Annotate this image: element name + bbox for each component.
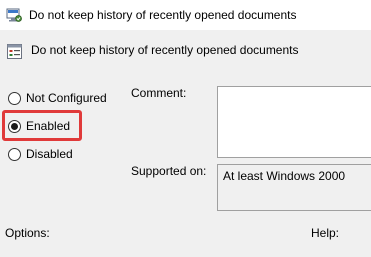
setting-name: Do not keep history of recently opened d…: [31, 43, 299, 57]
window-title: Do not keep history of recently opened d…: [29, 8, 297, 22]
radio-label-disabled: Disabled: [26, 147, 73, 161]
radio-label-not-configured: Not Configured: [26, 91, 107, 105]
radio-enabled[interactable]: Enabled: [8, 119, 70, 133]
radio-button[interactable]: [8, 147, 21, 161]
policy-editor-window: Do not keep history of recently opened d…: [0, 0, 371, 257]
supported-on-label: Supported on:: [131, 164, 207, 178]
policy-document-icon: [6, 43, 23, 60]
options-label: Options:: [5, 226, 50, 240]
title-bar: Do not keep history of recently opened d…: [0, 0, 371, 30]
radio-not-configured[interactable]: Not Configured: [8, 91, 107, 105]
radio-disabled[interactable]: Disabled: [8, 147, 73, 161]
help-label: Help:: [311, 226, 340, 240]
group-policy-setting-icon: [6, 7, 22, 23]
radio-button-selected[interactable]: [8, 119, 21, 133]
comment-label: Comment:: [131, 86, 187, 100]
comment-textbox[interactable]: [217, 86, 371, 158]
supported-on-box: At least Windows 2000: [217, 164, 371, 211]
radio-button[interactable]: [8, 91, 21, 105]
setting-header: Do not keep history of recently opened d…: [0, 30, 371, 66]
supported-on-value: At least Windows 2000: [223, 169, 346, 183]
radio-label-enabled: Enabled: [26, 119, 71, 133]
